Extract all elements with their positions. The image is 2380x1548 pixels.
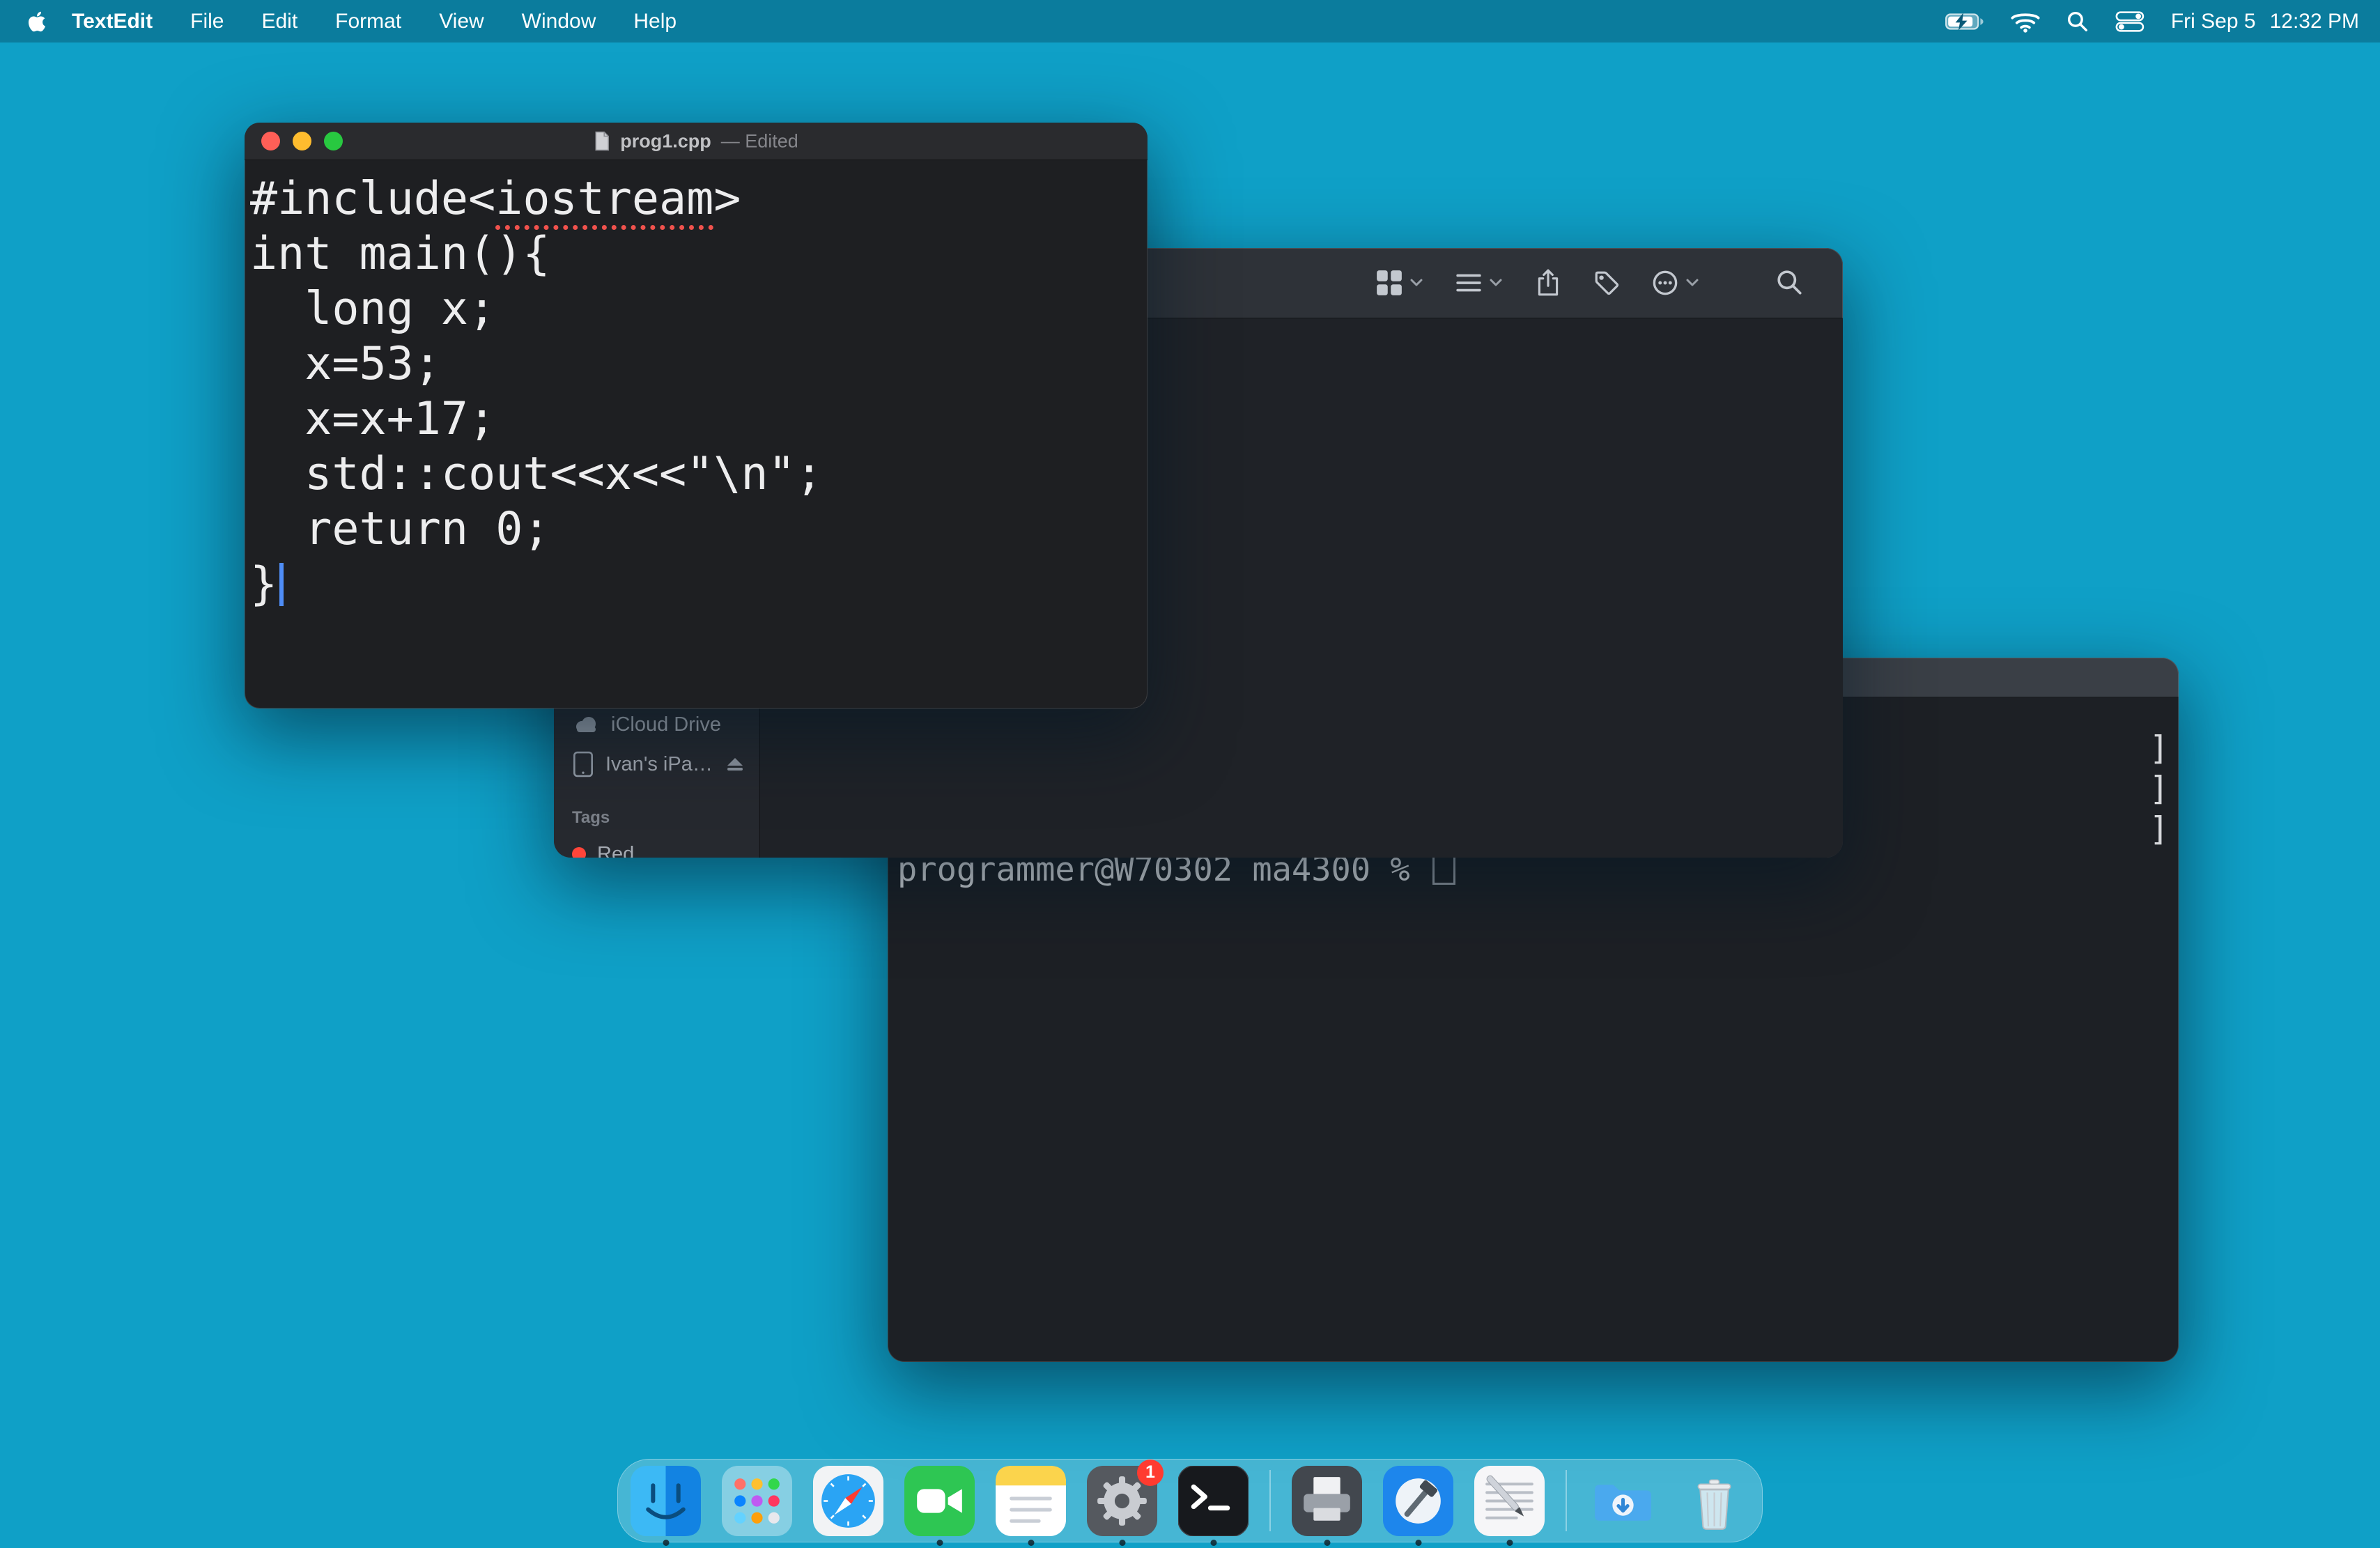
sidebar-item-ivans-ipad[interactable]: Ivan's iPa… [572,745,751,783]
code-line: long x; [250,281,1142,336]
red-tag-icon [572,847,586,858]
dock-separator [1566,1470,1567,1531]
view-options-button[interactable] [1376,270,1423,296]
ellipsis-circle-icon [1652,270,1678,296]
more-actions-button[interactable] [1652,270,1699,296]
tag-icon [1593,270,1620,296]
code-line: return 0; [250,502,1142,557]
control-center-icon [2115,11,2145,32]
code-line: std::cout<<x<<"\n"; [250,447,1142,502]
wifi-icon [2011,10,2040,33]
code-text: } [250,558,277,610]
running-indicator [1415,1540,1421,1546]
dock-trash-icon[interactable] [1679,1466,1749,1536]
wifi-menu[interactable] [2011,10,2040,33]
tags-button[interactable] [1593,270,1620,296]
group-by-icon [1455,272,1482,294]
control-center-menu[interactable] [2115,11,2145,32]
dock-printer-app-icon[interactable] [1292,1466,1362,1536]
dock-finder-icon[interactable] [631,1466,701,1536]
ipad-icon [572,751,594,777]
dock-system-settings-icon[interactable]: 1 [1087,1466,1157,1536]
menu-date: Fri Sep 5 [2171,10,2256,33]
running-indicator [1210,1540,1216,1546]
sidebar-item-tag-red[interactable]: Red [572,835,751,858]
dock-facetime-icon[interactable] [904,1466,975,1536]
chevron-down-icon [1409,278,1423,288]
share-button[interactable] [1535,268,1561,297]
code-line: int main(){ [250,226,1142,281]
dock-notes-icon[interactable] [996,1466,1066,1536]
dock-separator [1269,1470,1271,1531]
running-indicator [936,1540,943,1546]
share-icon [1535,268,1561,297]
dock-safari-icon[interactable] [813,1466,883,1536]
text-cursor [279,563,284,606]
dock-textedit-icon[interactable] [1474,1466,1545,1536]
code-line: } [250,557,1142,612]
menu-time: 12:32 PM [2270,10,2359,33]
battery-charging-icon [1945,12,1984,31]
document-icon [594,131,610,152]
spotlight-menu[interactable] [2066,10,2089,33]
window-title-filename: prog1.cpp [620,130,711,152]
menu-format[interactable]: Format [316,10,420,33]
search-icon [1776,269,1804,297]
sidebar-item-label: Red [597,843,634,858]
code-line: x=53; [250,336,1142,392]
eject-icon [726,757,744,772]
sidebar-item-label: Ivan's iPa… [605,753,713,776]
menu-view[interactable]: View [420,10,502,33]
notification-badge: 1 [1137,1460,1164,1486]
running-indicator [1028,1540,1034,1546]
dock-launchpad-icon[interactable] [722,1466,792,1536]
app-menu-textedit[interactable]: TextEdit [53,10,171,33]
cloud-icon [572,714,600,735]
battery-menu[interactable] [1945,12,1984,31]
running-indicator [663,1540,669,1546]
apple-logo-icon [26,10,47,33]
eject-button[interactable] [726,757,744,772]
text-editor[interactable]: #include<iostream> int main(){ long x; x… [245,160,1148,623]
group-button[interactable] [1455,272,1503,294]
search-icon [2066,10,2089,33]
code-text: > [713,173,741,225]
sidebar-section-tags: Tags [572,808,610,828]
minimize-button[interactable] [293,132,311,150]
menu-file[interactable]: File [171,10,242,33]
code-text: #include< [250,173,495,225]
close-button[interactable] [261,132,280,150]
apple-menu[interactable] [21,10,53,33]
menu-clock[interactable]: Fri Sep 5 12:32 PM [2171,10,2359,33]
textedit-window: prog1.cpp — Edited #include<iostream> in… [245,123,1148,709]
dock: 1 [617,1459,1763,1542]
menu-bar: TextEdit File Edit Format View Window He… [0,0,2380,42]
dock-downloads-folder-icon[interactable] [1588,1466,1658,1536]
menu-help[interactable]: Help [615,10,695,33]
misspelled-word: iostream [495,173,713,230]
search-button[interactable] [1776,269,1804,297]
textedit-titlebar[interactable]: prog1.cpp — Edited [245,123,1148,160]
chevron-down-icon [1685,278,1699,288]
grid-view-icon [1376,270,1402,296]
zoom-button[interactable] [324,132,343,150]
sidebar-item-icloud-drive[interactable]: iCloud Drive [572,706,751,743]
menu-window[interactable]: Window [503,10,615,33]
chevron-down-icon [1489,278,1503,288]
code-line: x=x+17; [250,392,1142,447]
window-title-edited: — Edited [721,130,798,152]
running-indicator [1506,1540,1513,1546]
menu-edit[interactable]: Edit [242,10,316,33]
running-indicator [1324,1540,1330,1546]
code-line: #include<iostream> [250,171,1142,226]
window-title: prog1.cpp — Edited [594,130,798,152]
running-indicator [1119,1540,1125,1546]
dock-xcode-icon[interactable] [1383,1466,1453,1536]
dock-terminal-icon[interactable] [1178,1466,1249,1536]
sidebar-item-label: iCloud Drive [611,713,721,736]
